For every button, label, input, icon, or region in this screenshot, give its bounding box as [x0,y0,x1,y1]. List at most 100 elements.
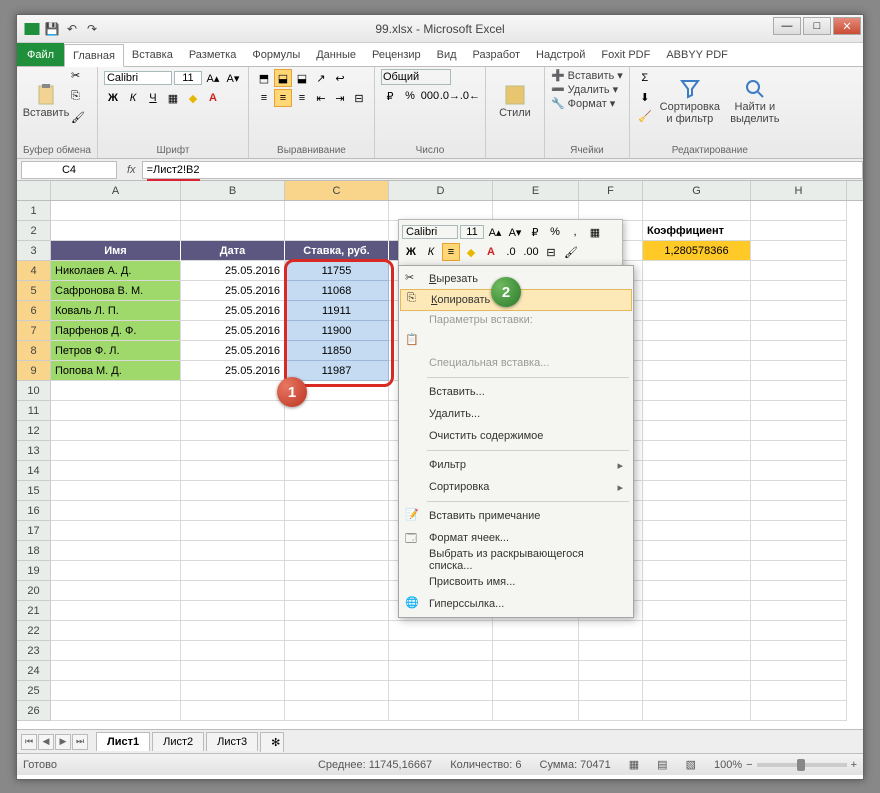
cell-G2[interactable]: Коэффициент [643,221,751,241]
cell-G19[interactable] [643,561,751,581]
ctx-delete[interactable]: Удалить... [399,403,633,425]
cell-C9[interactable]: 11987 [285,361,389,381]
row-header-16[interactable]: 16 [17,501,51,521]
tab-file[interactable]: Файл [17,43,64,66]
row-header-19[interactable]: 19 [17,561,51,581]
cell-H26[interactable] [751,701,847,721]
cell-B16[interactable] [181,501,285,521]
cell-F1[interactable] [579,201,643,221]
cell-A15[interactable] [51,481,181,501]
comma-icon[interactable]: 000 [421,87,439,105]
increase-decimal-icon[interactable]: .0→ [441,87,459,105]
mini-border-icon[interactable]: ▦ [586,223,604,241]
cell-E25[interactable] [493,681,579,701]
cell-E24[interactable] [493,661,579,681]
decrease-font-icon[interactable]: A▾ [224,69,242,87]
tab-developer[interactable]: Разработ [465,43,528,66]
cell-H8[interactable] [751,341,847,361]
row-header-12[interactable]: 12 [17,421,51,441]
cell-C26[interactable] [285,701,389,721]
copy-icon[interactable]: ⎘ [71,90,89,108]
mini-currency-icon[interactable]: ₽ [526,223,544,241]
cell-A9[interactable]: Попова М. Д. [51,361,181,381]
align-center-icon[interactable]: ≡ [274,89,292,107]
cell-C17[interactable] [285,521,389,541]
cell-A17[interactable] [51,521,181,541]
row-header-4[interactable]: 4 [17,261,51,281]
cell-H13[interactable] [751,441,847,461]
cell-H12[interactable] [751,421,847,441]
mini-bold-icon[interactable]: Ж [402,243,420,261]
cell-B12[interactable] [181,421,285,441]
cell-A25[interactable] [51,681,181,701]
mini-comma-icon[interactable]: , [566,223,584,241]
decrease-indent-icon[interactable]: ⇤ [312,89,330,107]
name-box[interactable]: C4 [21,161,117,179]
row-header-10[interactable]: 10 [17,381,51,401]
cells-format[interactable]: 🔧Формат▾ [551,97,623,110]
cell-B10[interactable] [181,381,285,401]
view-preview-icon[interactable]: ▧ [686,758,696,771]
cell-C7[interactable]: 11900 [285,321,389,341]
font-size-select[interactable]: 11 [174,71,202,85]
cell-H25[interactable] [751,681,847,701]
mini-percent-icon[interactable]: % [546,223,564,241]
ctx-clear[interactable]: Очистить содержимое [399,425,633,447]
cell-H1[interactable] [751,201,847,221]
ctx-sort[interactable]: Сортировка▸ [399,476,633,498]
cell-D25[interactable] [389,681,493,701]
cell-C19[interactable] [285,561,389,581]
mini-shrink-font-icon[interactable]: A▾ [506,223,524,241]
cell-H20[interactable] [751,581,847,601]
cell-B7[interactable]: 25.05.2016 [181,321,285,341]
cell-G20[interactable] [643,581,751,601]
cell-G5[interactable] [643,281,751,301]
cell-B22[interactable] [181,621,285,641]
orientation-icon[interactable]: ↗ [312,69,330,87]
cell-B26[interactable] [181,701,285,721]
border-icon[interactable]: ▦ [164,89,182,107]
view-layout-icon[interactable]: ▤ [657,758,667,771]
mini-align-center-icon[interactable]: ≡ [442,243,460,261]
sheet-nav-next[interactable]: ▶ [55,734,71,750]
row-header-8[interactable]: 8 [17,341,51,361]
clear-icon[interactable]: 🧹 [636,107,654,125]
styles-button[interactable]: Стили [492,69,538,133]
cell-A6[interactable]: Коваль Л. П. [51,301,181,321]
cell-B1[interactable] [181,201,285,221]
cell-G25[interactable] [643,681,751,701]
align-middle-icon[interactable]: ⬓ [274,69,292,87]
cell-F26[interactable] [579,701,643,721]
format-painter-icon[interactable]: 🖌 [71,111,89,129]
cell-B14[interactable] [181,461,285,481]
cell-A2[interactable] [51,221,181,241]
align-right-icon[interactable]: ≡ [293,89,311,107]
tab-home[interactable]: Главная [64,44,124,67]
number-format-select[interactable]: Общий [381,69,451,85]
cell-D24[interactable] [389,661,493,681]
percent-icon[interactable]: % [401,87,419,105]
ctx-insert-comment[interactable]: 📝Вставить примечание [399,505,633,527]
cell-G26[interactable] [643,701,751,721]
italic-button[interactable]: К [124,89,142,107]
cell-A21[interactable] [51,601,181,621]
cell-B13[interactable] [181,441,285,461]
cut-icon[interactable]: ✂ [71,69,89,87]
row-header-18[interactable]: 18 [17,541,51,561]
cell-H16[interactable] [751,501,847,521]
cell-A24[interactable] [51,661,181,681]
cell-G22[interactable] [643,621,751,641]
cell-H7[interactable] [751,321,847,341]
cell-C5[interactable]: 11068 [285,281,389,301]
bold-button[interactable]: Ж [104,89,122,107]
mini-fill-color-icon[interactable]: ◆ [462,243,480,261]
cell-H10[interactable] [751,381,847,401]
cell-C13[interactable] [285,441,389,461]
cell-F25[interactable] [579,681,643,701]
sheet-nav-prev[interactable]: ◀ [38,734,54,750]
ctx-hyperlink[interactable]: 🌐Гиперссылка... [399,593,633,615]
cell-H4[interactable] [751,261,847,281]
tab-view[interactable]: Вид [429,43,465,66]
cell-B5[interactable]: 25.05.2016 [181,281,285,301]
cell-C14[interactable] [285,461,389,481]
